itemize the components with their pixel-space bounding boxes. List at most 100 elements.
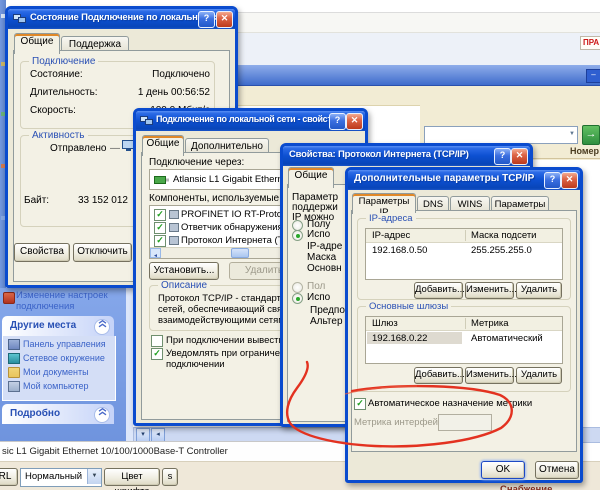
help-button[interactable]: ? <box>544 172 561 189</box>
change-settings-link-line2[interactable]: подключения <box>16 301 74 312</box>
sent-label: Отправлено <box>50 143 106 154</box>
close-button[interactable]: ✕ <box>216 11 233 28</box>
gateway-list[interactable]: Шлюз Метрика 192.168.0.22 Автоматический <box>365 316 563 364</box>
small-s-button[interactable]: s <box>162 468 178 486</box>
properties-button[interactable]: Свойства <box>14 243 70 262</box>
ip-address-list[interactable]: IP-адрес Маска подсети 192.168.0.50 255.… <box>365 228 563 280</box>
state-value: Подключено <box>118 69 210 80</box>
dialog-titlebar[interactable]: Подключение по локальной сети - свойства… <box>136 111 365 131</box>
check-icon: ✓ <box>356 398 364 408</box>
column-divider <box>465 230 466 241</box>
top-right-link-box[interactable]: ПРА <box>580 36 600 50</box>
button-label: Изменить... <box>466 369 517 380</box>
use-ip-radio[interactable] <box>292 230 303 241</box>
cancel-button[interactable]: Отмена <box>535 461 579 479</box>
font-style-select[interactable]: Нормальный ▼ <box>20 468 102 487</box>
notify-checkbox[interactable]: ✓ <box>151 348 163 360</box>
subnet-mask-value[interactable]: 255.255.255.0 <box>471 245 532 256</box>
install-button[interactable]: Установить... <box>149 262 219 280</box>
tab-label: Общие <box>147 138 180 149</box>
network-places-icon <box>8 353 20 364</box>
ip-edit-button[interactable]: Изменить... <box>465 282 514 299</box>
scroll-left-icon: ◄ <box>153 253 158 259</box>
dialog-titlebar[interactable]: Свойства: Протокол Интернета (TCP/IP) ? … <box>283 146 530 166</box>
scroll-down-button[interactable]: ▾ <box>136 428 150 442</box>
button-label: Установить... <box>154 265 215 276</box>
scroll-left-button[interactable]: ◂ <box>151 428 165 442</box>
duration-value: 1 день 00:56:52 <box>118 87 210 98</box>
change-settings-link[interactable]: Изменение настроек <box>16 290 108 301</box>
metric-value[interactable]: Автоматический <box>471 333 543 344</box>
address-dropdown-arrow-icon[interactable]: ▼ <box>569 131 575 137</box>
interface-metric-input[interactable] <box>438 414 492 431</box>
ip-add-button[interactable]: Добавить... <box>414 282 463 299</box>
ok-button[interactable]: OK <box>481 461 525 479</box>
state-label: Состояние: <box>30 69 83 80</box>
taskpane: Изменение настроек подключения Другие ме… <box>0 288 133 441</box>
help-button[interactable]: ? <box>198 11 215 28</box>
tab-general[interactable]: Общие <box>288 167 334 188</box>
component-checkbox[interactable]: ✓ <box>154 222 166 234</box>
help-button[interactable]: ? <box>329 113 346 130</box>
gw-remove-button[interactable]: Удалить <box>516 367 562 384</box>
ip-address-value[interactable]: 192.168.0.50 <box>372 245 427 256</box>
obtain-dns-radio[interactable] <box>292 282 303 293</box>
component-checkbox[interactable]: ✓ <box>154 209 166 221</box>
list-header: Шлюз Метрика <box>366 317 562 331</box>
scroll-left-button[interactable]: ◄ <box>150 248 161 258</box>
h-scrollbar-track-right[interactable] <box>583 427 600 443</box>
dropdown-arrow-icon: ▼ <box>92 473 98 479</box>
other-places-panel: Другие места Панель управления Сетевое о… <box>2 316 114 400</box>
sidebar-item-control-panel[interactable]: Панель управления <box>23 339 106 349</box>
dialog-titlebar[interactable]: Дополнительные параметры TCP/IP ? ✕ <box>348 170 580 190</box>
ip-remove-button[interactable]: Удалить <box>516 282 562 299</box>
details-header[interactable]: Подробно <box>2 404 114 424</box>
auto-metric-checkbox[interactable]: ✓ <box>354 398 366 410</box>
check-icon: ✓ <box>156 222 164 232</box>
gw-add-button[interactable]: Добавить... <box>414 367 463 384</box>
tab-label: Поддержка <box>69 39 121 50</box>
help-icon: ? <box>204 13 210 23</box>
dialog-titlebar[interactable]: Состояние Подключение по локальной сети … <box>8 9 235 29</box>
check-icon: ✓ <box>156 235 164 245</box>
radio-dot <box>296 297 300 301</box>
use-dns-radio[interactable] <box>292 293 303 304</box>
connection-icon <box>13 13 26 24</box>
collapse-chevron-button[interactable] <box>94 407 110 423</box>
tab-label: DNS <box>423 199 443 210</box>
address-input[interactable]: ▼ <box>424 126 578 144</box>
close-button[interactable]: ✕ <box>511 148 528 165</box>
sidebar-item-my-computer[interactable]: Мой компьютер <box>23 381 89 391</box>
close-button[interactable]: ✕ <box>561 172 578 189</box>
tab-general[interactable]: Общие <box>142 135 184 156</box>
tab-ip-settings[interactable]: Параметры IP <box>352 193 416 214</box>
close-button[interactable]: ✕ <box>346 113 363 130</box>
gateway-value[interactable]: 192.168.0.22 <box>372 333 427 344</box>
preferred-dns-label-fragment: Предпо <box>310 305 345 316</box>
show-icon-checkbox[interactable] <box>151 335 163 347</box>
bytes-value: 33 152 012 <box>48 195 128 206</box>
gw-edit-button[interactable]: Изменить... <box>465 367 514 384</box>
column-metric: Метрика <box>471 318 509 329</box>
top-right-link[interactable]: ПРА <box>583 38 599 47</box>
tab-label: Дополнительно <box>191 141 263 152</box>
close-icon: ✕ <box>566 174 574 184</box>
scroll-thumb[interactable] <box>231 248 249 258</box>
component-checkbox[interactable]: ✓ <box>154 235 166 247</box>
sidebar-item-my-documents[interactable]: Мои документы <box>23 367 89 377</box>
chevron-up-icon <box>98 320 107 328</box>
button-label: Удалить <box>521 284 557 295</box>
url-button-fragment[interactable]: RL <box>0 468 18 486</box>
other-places-header[interactable]: Другие места <box>2 316 114 336</box>
font-color-button[interactable]: Цвет шрифта <box>104 468 160 486</box>
component-icon <box>169 236 179 245</box>
help-button[interactable]: ? <box>494 148 511 165</box>
tab-general[interactable]: Общие <box>14 33 60 54</box>
sidebar-item-network-places[interactable]: Сетевое окружение <box>23 353 105 363</box>
help-icon: ? <box>550 174 556 184</box>
background-minimize-button[interactable]: – <box>586 69 600 83</box>
collapse-chevron-button[interactable] <box>94 319 110 335</box>
disconnect-button[interactable]: Отключить <box>73 243 132 262</box>
font-style-dropdown-button[interactable]: ▼ <box>87 469 101 484</box>
go-button[interactable]: → <box>582 125 600 145</box>
